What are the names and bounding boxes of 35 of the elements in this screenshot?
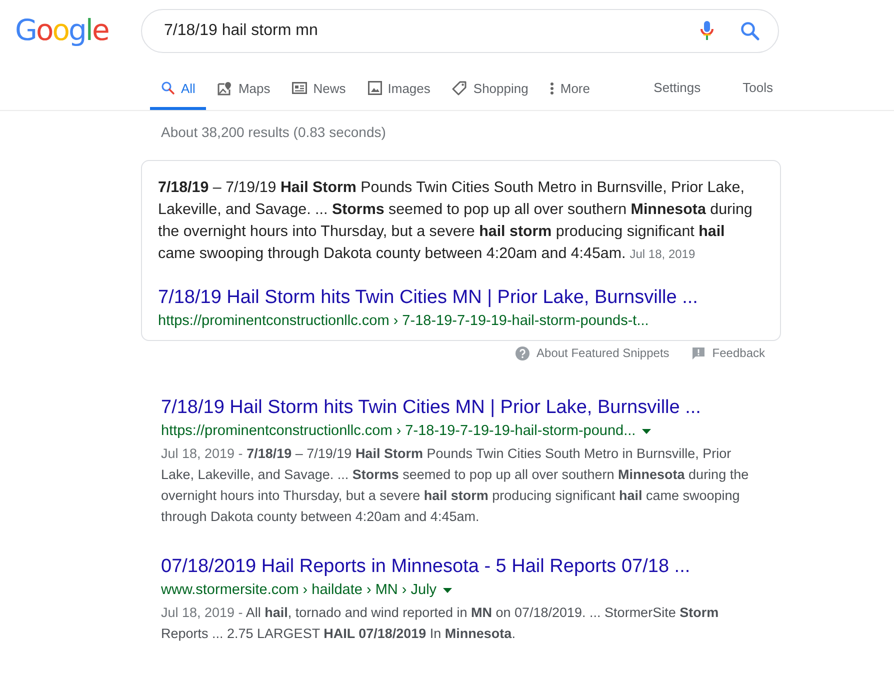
feedback-link[interactable]: Feedback <box>712 346 765 360</box>
microphone-icon[interactable] <box>700 20 714 42</box>
result-url: www.stormersite.com › haildate › MN › July <box>161 582 437 598</box>
map-pin-icon <box>217 80 232 96</box>
search-bar[interactable]: 7/18/19 hail storm mn <box>141 9 779 53</box>
image-icon <box>368 81 382 95</box>
caret-icon[interactable] <box>642 428 651 434</box>
help-icon <box>514 346 530 360</box>
tab[interactable]: All <box>150 66 206 110</box>
more-icon <box>550 82 554 94</box>
snippet-text: 7/18/19 – 7/19/19 Hail Storm Pounds Twin Cities South Metro in Burnsville, Prior Lake, Lakeville, and Savage. ... Storms seemed to pop up all over southern Minnesota during the overnight hours into Thursday, but a severe hail storm producing significant hail came swooping through Dakota county between 4:20am and 4:45am. Jul 18, 2019 <box>158 178 754 264</box>
tool-link[interactable]: Settings <box>648 66 707 108</box>
search-icon[interactable] <box>740 21 760 41</box>
tool-link[interactable]: Tools <box>736 66 779 108</box>
caret-icon[interactable] <box>442 588 452 592</box>
newspaper-icon <box>292 82 308 94</box>
tag-icon <box>452 80 468 96</box>
google-logo[interactable]: Google <box>15 12 107 48</box>
about-snippets-link[interactable]: About Featured Snippets <box>536 346 670 360</box>
search-input[interactable]: 7/18/19 hail storm mn <box>164 22 700 40</box>
result-url: https://prominentconstructionllc.com › 7-18-19-7-19-19-hail-storm-pound... <box>161 423 636 439</box>
result-snippet: Jul 18, 2019 - All hail, tornado and wind reported in MN on 07/18/2019. ... StormerSite Storm Reports ... 2.75 LARGEST HAIL 07/18/2019 In Minnesota. <box>161 604 720 643</box>
result-stats: About 38,200 results (0.83 seconds) <box>161 124 387 140</box>
search-icon <box>161 81 175 95</box>
tab[interactable]: More <box>539 66 601 110</box>
feedback-icon <box>692 346 706 360</box>
tab[interactable]: Shopping <box>441 66 540 110</box>
result-title-link[interactable]: 07/18/2019 Hail Reports in Minnesota - 5 Hail Reports 07/18 ... <box>161 546 781 580</box>
result-url: https://prominentconstructionllc.com › 7-18-19-7-19-19-hail-storm-pounds-t... <box>158 312 650 331</box>
tab[interactable]: Maps <box>206 66 282 110</box>
tab[interactable]: News <box>281 66 357 110</box>
result-title-link[interactable]: 7/18/19 Hail Storm hits Twin Cities MN | Prior Lake, Burnsville ... <box>158 285 764 311</box>
result-snippet: Jul 18, 2019 - 7/18/19 – 7/19/19 Hail Storm Pounds Twin Cities South Metro in Burnsville, Prior Lake, Lakeville, and Savage. ... Storms seemed to pop up all over southern Minnesota during the overnight hours into Thursday, but a severe hail storm producing significant hail came swooping through Dakota county between 4:20am and 4:45am. <box>161 445 750 526</box>
result-title-link[interactable]: 7/18/19 Hail Storm hits Twin Cities MN | Prior Lake, Burnsville ... <box>161 395 781 421</box>
tab[interactable]: Images <box>356 66 442 110</box>
